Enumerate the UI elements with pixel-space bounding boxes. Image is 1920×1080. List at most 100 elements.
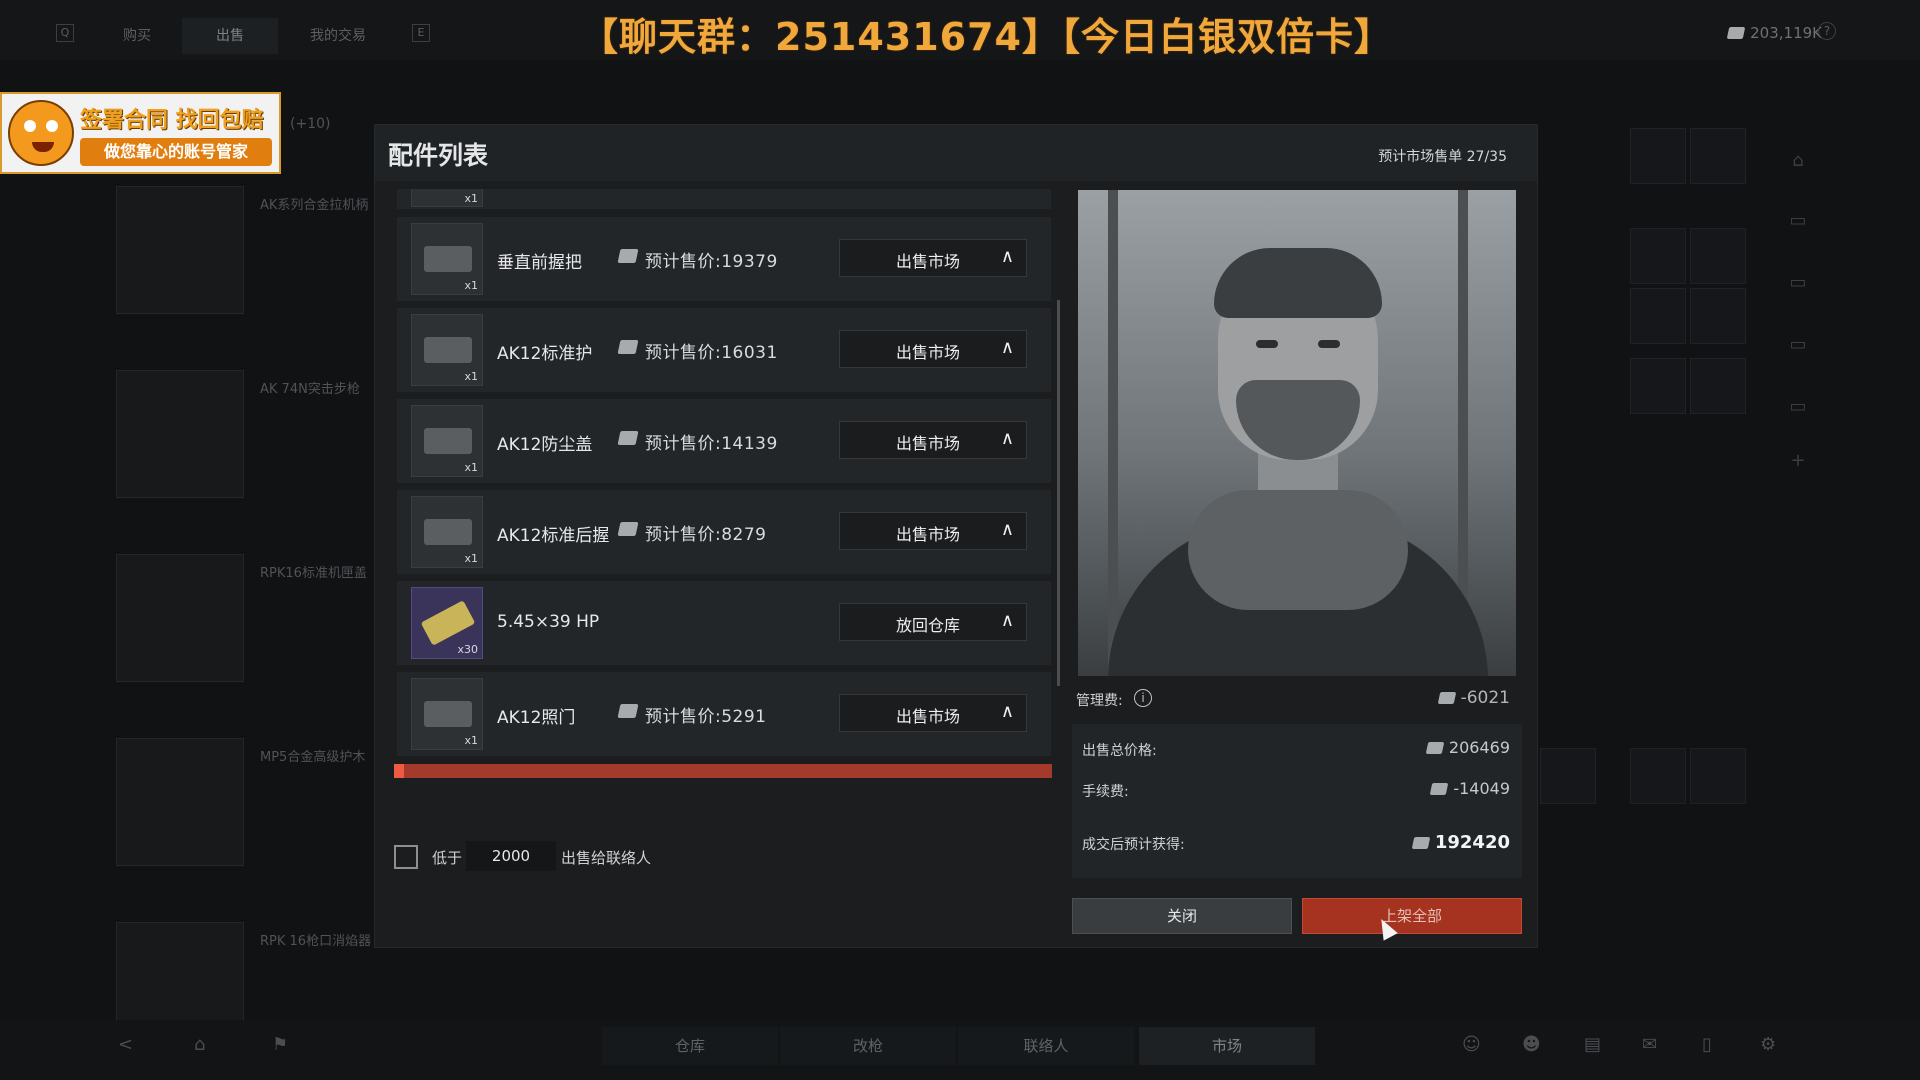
close-button[interactable]: 关闭 <box>1072 898 1292 934</box>
box-icon[interactable]: ▭ <box>1784 396 1812 424</box>
tab-warehouse[interactable]: 仓库 <box>602 1027 778 1065</box>
user-icon[interactable]: ☻ <box>1522 1034 1541 1055</box>
sell-market-dropdown[interactable]: 出售市场 ∧ <box>839 239 1027 277</box>
inventory-cell[interactable] <box>1540 748 1596 804</box>
inventory-cell[interactable] <box>1630 748 1686 804</box>
item-shape <box>424 519 472 545</box>
inventory-cell[interactable] <box>1690 358 1746 414</box>
total-price-row: 出售总价格: 206469 <box>1072 734 1522 764</box>
sell-market-dropdown[interactable]: 出售市场 ∧ <box>839 421 1027 459</box>
chat-icon[interactable]: ▤ <box>1584 1034 1601 1055</box>
tab-sell[interactable]: 出售 <box>182 18 278 54</box>
info-icon[interactable]: i <box>1134 689 1152 707</box>
mascot-icon <box>8 100 74 166</box>
item-thumbnail <box>116 370 244 498</box>
list-item[interactable]: MP5合金高级护木 <box>110 730 370 880</box>
portrait-scarf <box>1188 490 1408 610</box>
help-icon[interactable]: ? <box>1818 22 1836 40</box>
return-to-warehouse-dropdown[interactable]: 放回仓库 ∧ <box>839 603 1027 641</box>
back-icon[interactable]: < <box>118 1034 133 1055</box>
ad-subline: 做您靠心的账号管家 <box>80 138 272 166</box>
ad-overlay: 签署合同 找回包赔 做您靠心的账号管家 <box>0 92 281 174</box>
list-item[interactable]: x1 AK12防尘盖 预计售价:14139 出售市场 ∧ <box>397 399 1051 483</box>
box-icon[interactable]: ▭ <box>1784 272 1812 300</box>
inventory-cell[interactable] <box>1630 288 1686 344</box>
dustcover-icon: x1 <box>411 405 483 477</box>
inventory-cell[interactable] <box>1630 228 1686 284</box>
home-icon[interactable]: ⌂ <box>194 1034 205 1055</box>
book-icon[interactable]: ▯ <box>1702 1034 1712 1055</box>
key-hint-q: Q <box>56 24 74 42</box>
plus-icon[interactable]: + <box>1784 450 1812 478</box>
item-qty: x30 <box>457 643 478 656</box>
inventory-cell[interactable] <box>1630 128 1686 184</box>
list-all-button[interactable]: 上架全部 <box>1302 898 1522 934</box>
item-shape <box>424 701 472 727</box>
flag-icon[interactable]: ⚑ <box>272 1034 288 1055</box>
contact-portrait <box>1078 190 1516 676</box>
item-thumbnail: x1 <box>411 189 483 207</box>
tab-market[interactable]: 市场 <box>1139 1027 1315 1065</box>
mail-icon[interactable]: ✉ <box>1642 1034 1657 1055</box>
ammo-icon: x30 <box>411 587 483 659</box>
sell-market-dropdown[interactable]: 出售市场 ∧ <box>839 512 1027 550</box>
gear-icon[interactable]: ⚙ <box>1760 1034 1776 1055</box>
item-price: 预计售价:19379 <box>645 252 778 272</box>
item-name: AK12标准护 <box>497 344 593 364</box>
chevron-up-icon: ∧ <box>1000 428 1014 449</box>
list-item-partial[interactable]: x1 <box>397 189 1051 209</box>
game-screen: Q 购买 出售 我的交易 E 203,119K ? AK系列合金拉机柄 AK 7… <box>0 0 1920 1080</box>
portrait-tree <box>1108 190 1118 676</box>
list-item[interactable]: RPK16标准机匣盖 <box>110 546 370 696</box>
net-earnings-value: 192420 <box>1411 832 1510 853</box>
list-scrollbar[interactable] <box>1057 300 1060 686</box>
item-qty: x1 <box>464 370 478 383</box>
item-qty: x1 <box>464 279 478 292</box>
list-item[interactable]: x1 AK12照门 预计售价:5291 出售市场 ∧ <box>397 672 1051 756</box>
inventory-cell[interactable] <box>1690 288 1746 344</box>
item-name: MP5合金高级护木 <box>260 750 366 765</box>
list-item[interactable]: AK 74N突击步枪 <box>110 362 370 512</box>
tab-contacts[interactable]: 联络人 <box>958 1027 1134 1065</box>
box-icon[interactable]: ▭ <box>1784 210 1812 238</box>
item-shape <box>424 246 472 272</box>
item-price: 预计售价:16031 <box>645 343 778 363</box>
item-name: 垂直前握把 <box>497 253 582 273</box>
home-icon[interactable]: ⌂ <box>1784 150 1812 178</box>
list-item[interactable]: AK系列合金拉机柄 <box>110 178 370 328</box>
price-threshold-input[interactable] <box>466 841 556 871</box>
list-item[interactable]: x1 AK12标准后握 预计售价:8279 出售市场 ∧ <box>397 490 1051 574</box>
total-price-amount: 206469 <box>1448 738 1510 757</box>
portrait-hair <box>1214 248 1382 318</box>
inventory-cell[interactable] <box>1690 128 1746 184</box>
tab-buy[interactable]: 购买 <box>98 18 176 54</box>
tab-my-trades[interactable]: 我的交易 <box>290 18 386 54</box>
attachment-list[interactable]: x1 x1 垂直前握把 预计售价:19379 出售市场 ∧ x1 AK12标准护… <box>395 189 1051 781</box>
friends-icon[interactable]: ☺ <box>1462 1034 1481 1055</box>
money-icon <box>1437 692 1456 704</box>
item-qty: x1 <box>464 552 478 565</box>
sell-market-dropdown[interactable]: 出售市场 ∧ <box>839 694 1027 732</box>
box-icon[interactable]: ▭ <box>1784 334 1812 362</box>
action-label: 出售市场 <box>896 252 961 271</box>
handguard-icon: x1 <box>411 314 483 386</box>
sell-market-dropdown[interactable]: 出售市场 ∧ <box>839 330 1027 368</box>
inventory-cell[interactable] <box>1690 748 1746 804</box>
item-name: AK系列合金拉机柄 <box>260 198 369 213</box>
inventory-cell[interactable] <box>1690 228 1746 284</box>
list-item[interactable]: x1 垂直前握把 预计售价:19379 出售市场 ∧ <box>397 217 1051 301</box>
ad-headline: 签署合同 找回包赔 <box>80 108 264 133</box>
list-item[interactable]: x30 5.45×39 HP 放回仓库 ∧ <box>397 581 1051 665</box>
list-item[interactable]: x1 AK12标准护 预计售价:16031 出售市场 ∧ <box>397 308 1051 392</box>
item-name: 5.45×39 HP <box>497 612 600 632</box>
inventory-cell[interactable] <box>1630 358 1686 414</box>
modal-header: 配件列表 预计市场售单 27/35 <box>375 125 1537 181</box>
sell-to-contact-checkbox[interactable] <box>394 845 418 869</box>
total-price-value: 206469 <box>1425 738 1510 757</box>
money-icon <box>617 704 639 718</box>
filter-label-sell-contact: 出售给联络人 <box>561 849 652 867</box>
net-earnings-amount: 192420 <box>1434 832 1510 853</box>
item-shape <box>424 337 472 363</box>
tab-gunsmith[interactable]: 改枪 <box>780 1027 956 1065</box>
item-shape <box>424 428 472 454</box>
